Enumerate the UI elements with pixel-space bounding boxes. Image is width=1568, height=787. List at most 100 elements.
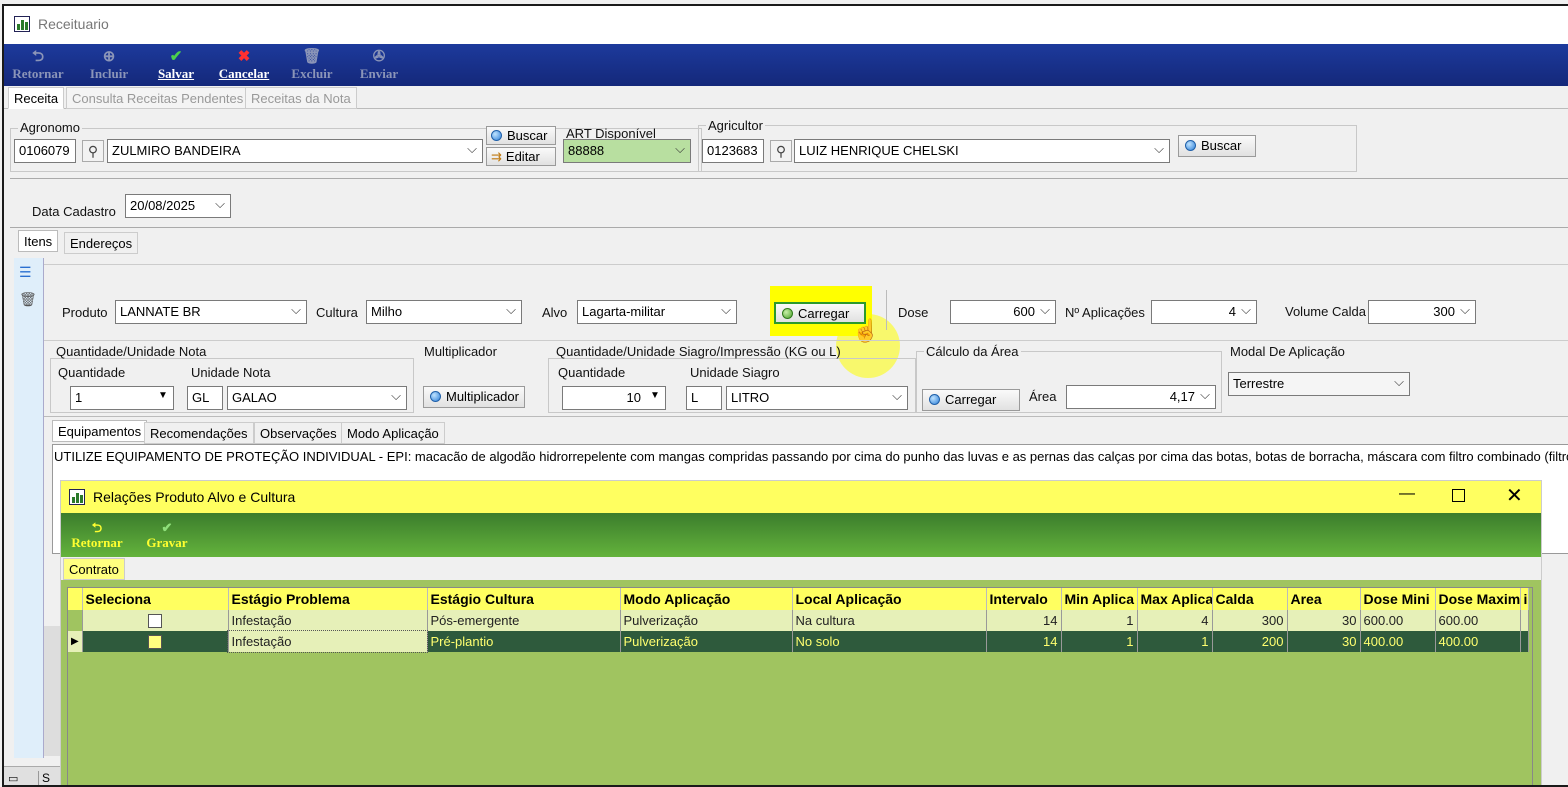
trash-icon[interactable]: 🗑 — [19, 291, 37, 308]
tab-enderecos[interactable]: Endereços — [64, 232, 139, 254]
row-indicator-header — [68, 588, 83, 610]
incluir-button[interactable]: ⊕ Incluir — [82, 48, 136, 82]
tab-itens[interactable]: Itens — [18, 230, 59, 252]
tab-observacoes[interactable]: Observações — [254, 422, 343, 444]
row-checkbox-cell[interactable] — [82, 631, 229, 652]
dialog-gravar-button[interactable]: ✔ Gravar — [141, 521, 193, 551]
qtd-siagro-qtd-label: Quantidade — [558, 365, 626, 380]
cell-max: 4 — [1137, 610, 1213, 631]
modal-select[interactable]: Terrestre — [1228, 372, 1410, 396]
unidade-nota-code[interactable]: GL — [187, 386, 223, 410]
relacoes-dialog: Relações Produto Alvo e Cultura — ✕ ⮌ Ret… — [60, 480, 1542, 785]
cultura-select[interactable]: Milho — [366, 300, 522, 324]
row-checkbox-cell[interactable] — [82, 610, 229, 631]
col-extra[interactable]: i — [1520, 588, 1529, 610]
volume-calda-select[interactable]: 300 — [1368, 300, 1476, 324]
col-local-aplicacao[interactable]: Local Aplicação — [792, 588, 987, 610]
buscar-icon — [1185, 140, 1196, 151]
modal-group-label: Modal De Aplicação — [1230, 344, 1345, 359]
agronomo-buscar-button[interactable]: Buscar — [486, 126, 556, 145]
agricultor-search-icon[interactable]: ⚲ — [770, 140, 792, 162]
edit-icon: ⇉ — [491, 149, 502, 164]
table-header-row: Seleciona Estágio Problema Estágio Cultu… — [68, 588, 1529, 610]
close-icon[interactable]: ✕ — [1506, 483, 1523, 508]
data-cadastro-picker[interactable]: 20/08/2025 — [125, 194, 231, 218]
col-dose-maxima[interactable]: Dose Maxim — [1435, 588, 1521, 610]
col-modo-aplicacao[interactable]: Modo Aplicação — [620, 588, 793, 610]
multiplicador-button[interactable]: Multiplicador — [423, 386, 525, 408]
art-select[interactable]: 88888 — [563, 139, 691, 163]
agricultor-code-input[interactable]: 0123683 — [702, 139, 764, 163]
col-estagio-cultura[interactable]: Estágio Cultura — [427, 588, 621, 610]
unidade-nota-select[interactable]: GALAO — [227, 386, 407, 410]
tab-contrato[interactable]: Contrato — [63, 558, 125, 580]
retornar-button[interactable]: ⮌ Retornar — [6, 48, 70, 82]
app-icon — [14, 16, 30, 32]
col-estagio-problema[interactable]: Estágio Problema — [228, 588, 428, 610]
tab-recomendacoes[interactable]: Recomendações — [144, 422, 254, 444]
dropdown-arrow-icon[interactable]: ▼ — [158, 390, 168, 401]
edit-list-icon[interactable]: ☰ — [19, 264, 32, 281]
salvar-button[interactable]: ✔ Salvar — [151, 48, 201, 82]
title-bar: Receituario — [4, 6, 1568, 44]
row-checkbox[interactable] — [148, 614, 162, 629]
agronomo-name-select[interactable]: ZULMIRO BANDEIRA — [107, 139, 483, 163]
cell-estagio-cultura: Pós-emergente — [427, 610, 621, 631]
maximize-icon[interactable] — [1452, 489, 1465, 502]
aplicacoes-select[interactable]: 4 — [1151, 300, 1257, 324]
alvo-label: Alvo — [542, 305, 568, 320]
area-input[interactable]: 4,17 — [1066, 385, 1216, 409]
dose-select[interactable]: 600 — [950, 300, 1056, 324]
area-carregar-button[interactable]: Carregar — [922, 389, 1020, 411]
agronomo-editar-button[interactable]: ⇉ Editar — [486, 147, 556, 166]
buscar-icon — [491, 130, 502, 141]
divider — [44, 340, 1568, 341]
cell-dose-max: 400.00 — [1435, 631, 1521, 652]
volume-calda-label: Volume Calda — [1285, 304, 1366, 319]
unidade-siagro-code[interactable]: L — [686, 386, 722, 410]
cell-modo: Pulverização — [620, 631, 793, 652]
agronomo-code-input[interactable]: 0106079 — [14, 139, 76, 163]
alvo-select[interactable]: Lagarta-militar — [577, 300, 737, 324]
area-label: Área — [1029, 389, 1057, 404]
col-intervalo[interactable]: Intervalo — [986, 588, 1062, 610]
agricultor-buscar-button[interactable]: Buscar — [1178, 135, 1256, 157]
cell-dose-max: 600.00 — [1435, 610, 1521, 631]
unidade-siagro-select[interactable]: LITRO — [726, 386, 908, 410]
dialog-retornar-button[interactable]: ⮌ Retornar — [67, 521, 127, 551]
multiplicador-group-label: Multiplicador — [424, 344, 497, 359]
return-icon: ⮌ — [91, 520, 103, 535]
enviar-button[interactable]: ✇ Enviar — [356, 48, 402, 82]
col-calda[interactable]: Calda — [1212, 588, 1288, 610]
table-row[interactable]: Infestação Pós-emergente Pulverização Na… — [68, 610, 1529, 631]
keyboard-icon: ▭ — [8, 773, 19, 785]
table-row-selected[interactable]: ▶ Infestação Pré-plantio Pulverização No… — [68, 630, 1529, 653]
tab-receita[interactable]: Receita — [8, 87, 65, 109]
tab-equipamentos[interactable]: Equipamentos — [52, 420, 148, 442]
cell-dose-min: 600.00 — [1360, 610, 1436, 631]
col-max-aplica[interactable]: Max Aplica — [1137, 588, 1213, 610]
tab-consulta-receitas-pendentes[interactable]: Consulta Receitas Pendentes — [66, 87, 250, 109]
col-min-aplica[interactable]: Min Aplica — [1061, 588, 1138, 610]
cell-local: Na cultura — [792, 610, 987, 631]
send-icon: ✇ — [372, 49, 386, 65]
cell-dose-min: 400.00 — [1360, 631, 1436, 652]
minimize-icon[interactable]: — — [1399, 485, 1415, 503]
excluir-button[interactable]: 🗑 Excluir — [287, 48, 337, 82]
agricultor-name-select[interactable]: LUIZ HENRIQUE CHELSKI — [794, 139, 1170, 163]
col-seleciona[interactable]: Seleciona — [82, 588, 229, 610]
main-window: Receituario ⮌ Retornar ⊕ Incluir ✔ Salvar ✖… — [2, 4, 1568, 787]
col-area[interactable]: Area — [1287, 588, 1361, 610]
tab-receitas-da-nota[interactable]: Receitas da Nota — [245, 87, 357, 109]
produto-select[interactable]: LANNATE BR — [115, 300, 307, 324]
dropdown-arrow-icon[interactable]: ▼ — [650, 390, 660, 401]
tab-modo-aplicacao[interactable]: Modo Aplicação — [341, 422, 445, 444]
cancelar-button[interactable]: ✖ Cancelar — [211, 48, 277, 82]
qtd-siagro-group-label: Quantidade/Unidade Siagro/Impressão (KG … — [556, 344, 841, 359]
check-icon: ✔ — [169, 49, 183, 65]
area-group-label: Cálculo da Área — [924, 344, 1021, 359]
col-dose-minima[interactable]: Dose Mini — [1360, 588, 1436, 610]
agronomo-search-icon[interactable]: ⚲ — [82, 140, 104, 162]
row-checkbox[interactable] — [148, 635, 162, 650]
cell-extra — [1520, 631, 1529, 652]
